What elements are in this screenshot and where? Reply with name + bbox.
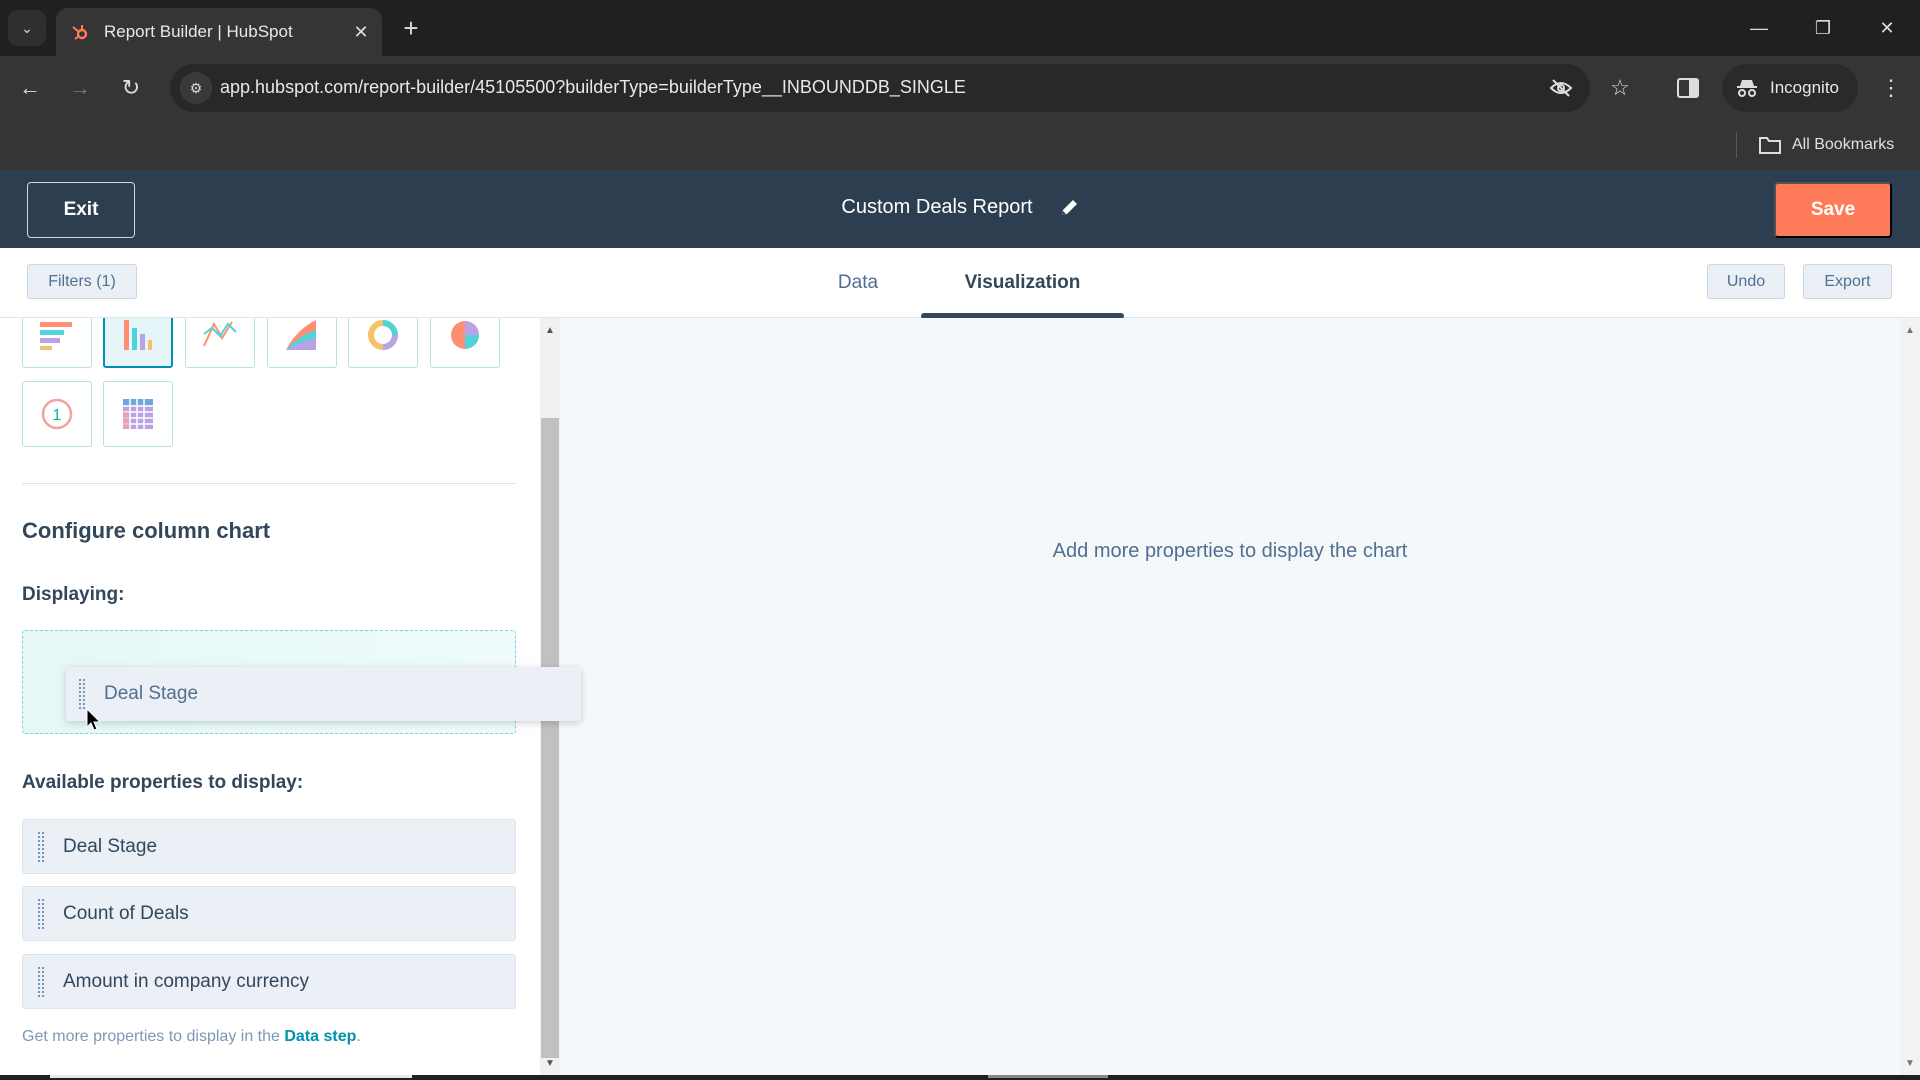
scroll-down-arrow-icon[interactable]: ▼ (1900, 1055, 1920, 1073)
tab-title: Report Builder | HubSpot (104, 22, 293, 41)
drag-handle-icon[interactable] (37, 897, 45, 930)
chart-type-line[interactable] (185, 318, 255, 368)
report-builder-header: Exit Custom Deals Report Save (0, 170, 1920, 248)
tab-data[interactable]: Data (820, 248, 896, 318)
chart-type-donut[interactable] (348, 318, 418, 368)
mouse-cursor-icon (86, 708, 102, 731)
more-properties-hint: Get more properties to display in the Da… (22, 1028, 361, 1046)
star-icon: ☆ (1610, 75, 1630, 100)
side-panel-icon (1677, 78, 1699, 98)
property-label: Deal Stage (63, 835, 158, 857)
pencil-icon[interactable] (1059, 198, 1079, 218)
filters-button[interactable]: Filters (1) (27, 264, 137, 299)
donut-chart-icon (368, 320, 398, 350)
forward-button[interactable]: → (62, 70, 98, 106)
close-window-button[interactable]: ✕ (1864, 10, 1910, 46)
address-bar[interactable]: ⚙ app.hubspot.com/report-builder/4510550… (170, 64, 1590, 112)
property-item-deal-stage[interactable]: Deal Stage (22, 819, 516, 874)
svg-text:1: 1 (53, 407, 62, 424)
undo-button[interactable]: Undo (1707, 264, 1785, 299)
new-tab-button[interactable]: + (396, 14, 426, 44)
more-vertical-icon: ⋮ (1880, 75, 1902, 100)
summary-number-icon: 1 (41, 398, 73, 430)
incognito-icon (1737, 80, 1757, 97)
tab-visualization[interactable]: Visualization (921, 248, 1124, 319)
close-tab-icon[interactable]: ✕ (346, 22, 376, 43)
side-panel-button[interactable] (1672, 72, 1704, 104)
dragging-property-label: Deal Stage (104, 683, 199, 704)
restore-icon: ❐ (1814, 17, 1832, 38)
browser-tab[interactable]: Report Builder | HubSpot ✕ (56, 8, 382, 56)
chart-type-summary[interactable]: 1 (22, 381, 92, 447)
report-title: Custom Deals Report (841, 196, 1033, 218)
panel-divider (22, 483, 516, 484)
folder-icon (1759, 137, 1781, 154)
report-title-container: Custom Deals Report (0, 196, 1920, 219)
property-item-amount[interactable]: Amount in company currency (22, 954, 516, 1009)
hint-text: Get more properties to display in the (22, 1028, 285, 1045)
chart-type-pie[interactable] (430, 318, 500, 368)
configure-chart-heading: Configure column chart (22, 518, 271, 543)
all-bookmarks-label: All Bookmarks (1792, 136, 1895, 153)
line-chart-icon (203, 321, 237, 347)
video-progress-bar (0, 1075, 1920, 1080)
hint-period: . (356, 1028, 361, 1045)
incognito-label: Incognito (1770, 78, 1839, 97)
arrow-right-icon: → (69, 75, 91, 100)
all-bookmarks-button[interactable]: All Bookmarks (1758, 130, 1894, 160)
scroll-up-arrow-icon[interactable]: ▲ (540, 322, 560, 340)
reload-button[interactable]: ↻ (113, 70, 149, 106)
column-chart-icon (124, 320, 152, 350)
empty-chart-message: Add more properties to display the chart (1052, 540, 1408, 562)
browser-menu-button[interactable]: ⋮ (1876, 70, 1906, 106)
chart-type-column[interactable] (103, 318, 173, 368)
eye-off-icon[interactable] (1547, 74, 1575, 102)
chevron-down-icon: ⌄ (21, 19, 33, 36)
displaying-label: Displaying: (22, 584, 125, 605)
builder-toolbar: Filters (1) Data Visualization Undo Expo… (0, 248, 1920, 319)
bookmark-star-button[interactable]: ☆ (1602, 70, 1638, 106)
scroll-down-arrow-icon[interactable]: ▼ (540, 1055, 560, 1073)
property-item-count-of-deals[interactable]: Count of Deals (22, 886, 516, 941)
dragging-property-deal-stage[interactable]: Deal Stage (66, 667, 581, 721)
bookmarks-separator (1736, 132, 1737, 158)
drag-handle-icon[interactable] (37, 965, 45, 998)
hubspot-logo-icon (72, 25, 88, 40)
area-chart-icon (286, 320, 316, 350)
browser-toolbar: ← → ↻ ⚙ app.hubspot.com/report-builder/4… (0, 56, 1920, 120)
minimize-button[interactable]: — (1736, 10, 1782, 46)
scroll-up-arrow-icon[interactable]: ▲ (1900, 322, 1920, 340)
main-scrollbar[interactable]: ▲ ▼ (1900, 318, 1920, 1075)
chart-type-area[interactable] (267, 318, 337, 368)
save-button[interactable]: Save (1774, 182, 1892, 238)
progress-segment (50, 1075, 412, 1078)
incognito-indicator[interactable]: Incognito (1722, 64, 1858, 112)
progress-segment (988, 1075, 1108, 1078)
close-icon: ✕ (1879, 17, 1895, 38)
pie-chart-icon (451, 321, 479, 349)
drag-handle-icon[interactable] (78, 678, 86, 710)
minimize-icon: — (1750, 17, 1768, 38)
chart-type-horizontal-bar[interactable] (22, 318, 92, 368)
bookmarks-bar: All Bookmarks (0, 120, 1920, 170)
table-chart-icon (123, 399, 153, 429)
horizontal-bar-chart-icon (40, 322, 72, 350)
chart-type-table[interactable] (103, 381, 173, 447)
export-button[interactable]: Export (1803, 264, 1892, 299)
back-button[interactable]: ← (12, 70, 48, 106)
site-settings-icon[interactable]: ⚙ (180, 72, 212, 104)
chart-preview-area: Add more properties to display the chart (560, 318, 1900, 1075)
property-label: Amount in company currency (63, 970, 310, 992)
restore-button[interactable]: ❐ (1800, 10, 1846, 46)
browser-tab-bar: ⌄ Report Builder | HubSpot ✕ + — ❐ ✕ (0, 0, 1920, 56)
data-step-link[interactable]: Data step (284, 1028, 356, 1045)
arrow-left-icon: ← (19, 75, 41, 100)
reload-icon: ↻ (121, 75, 141, 100)
property-label: Count of Deals (63, 902, 189, 924)
panel-scrollbar-thumb[interactable] (541, 418, 559, 1058)
tab-search-button[interactable]: ⌄ (8, 10, 46, 46)
drag-handle-icon[interactable] (37, 830, 45, 863)
available-properties-label: Available properties to display: (22, 772, 304, 793)
url-text[interactable]: app.hubspot.com/report-builder/45105500?… (220, 77, 966, 98)
